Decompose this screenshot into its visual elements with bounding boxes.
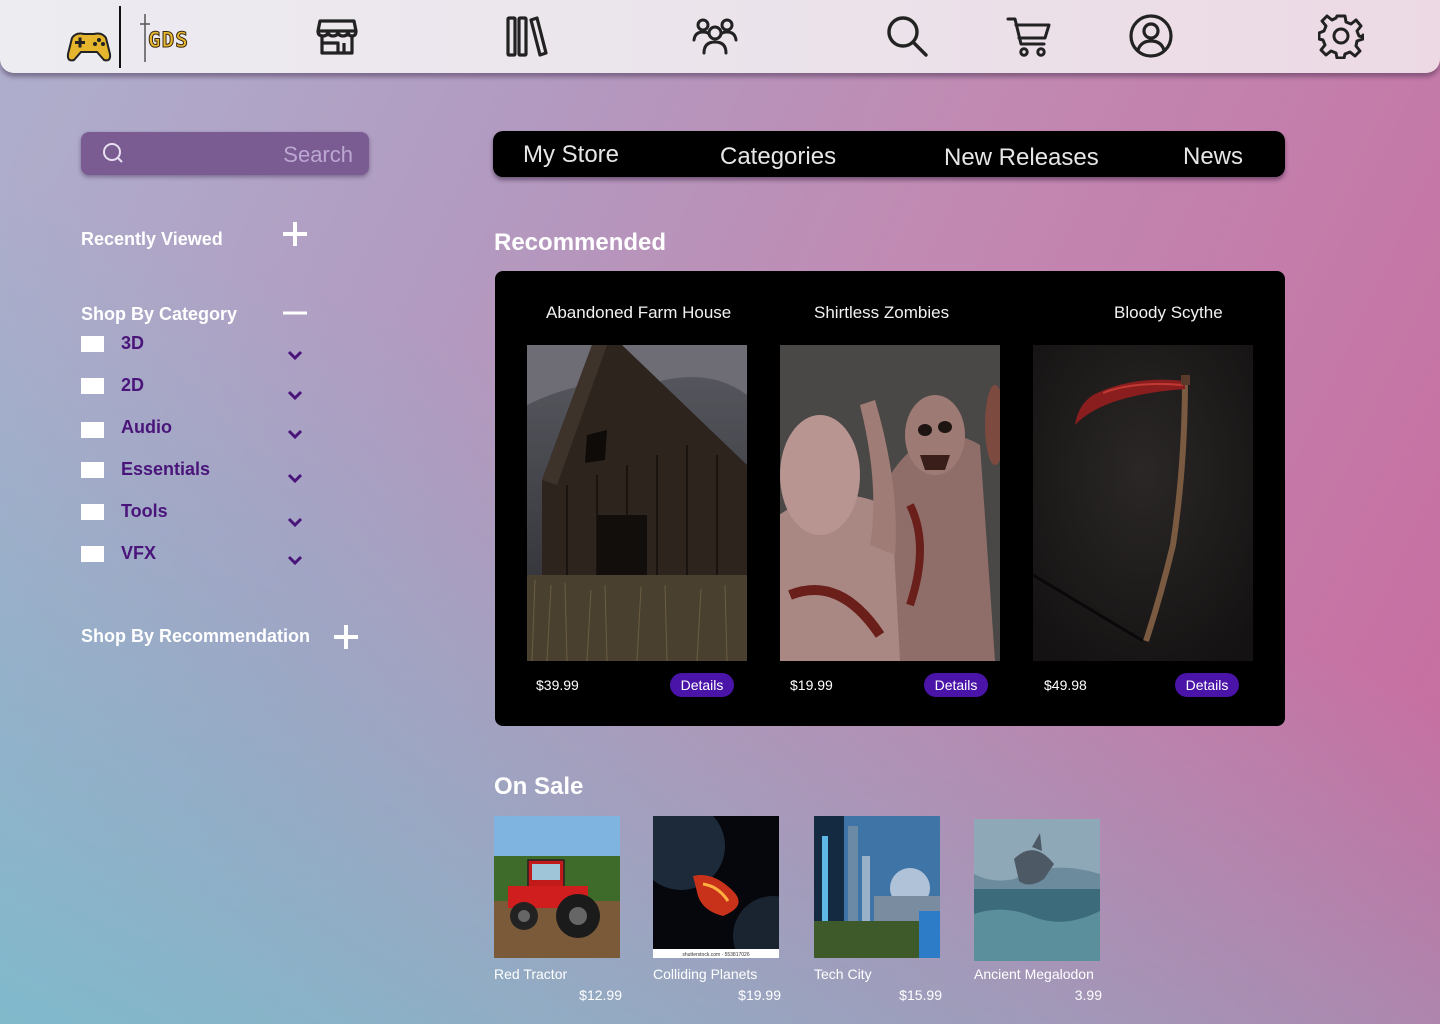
library-icon[interactable]	[504, 13, 550, 59]
cart-icon[interactable]	[1006, 13, 1052, 59]
sale-item-price: $19.99	[738, 987, 781, 1003]
expand-plus-icon[interactable]	[332, 623, 360, 651]
details-button[interactable]: Details	[670, 673, 734, 697]
chevron-down-icon[interactable]	[286, 348, 304, 362]
chevron-down-icon[interactable]	[286, 553, 304, 567]
sale-item-colliding-planets[interactable]: shutterstock.com · 553817026 Colliding P…	[653, 816, 781, 1003]
recommended-heading: Recommended	[494, 229, 667, 256]
brand-logo-text: GDS	[148, 28, 189, 53]
search-input[interactable]	[141, 137, 355, 172]
details-button[interactable]: Details	[1175, 673, 1239, 697]
product-image-planets[interactable]: shutterstock.com · 553817026	[653, 816, 779, 958]
logo-divider	[119, 6, 121, 68]
chevron-down-icon[interactable]	[286, 427, 304, 441]
product-image-tech-city[interactable]	[814, 816, 940, 958]
tab-categories[interactable]: Categories	[720, 143, 836, 171]
shop-by-category-heading: Shop By Category	[81, 304, 238, 324]
sale-item-red-tractor[interactable]: Red Tractor $12.99	[494, 816, 622, 1003]
category-label: VFX	[121, 543, 157, 563]
chevron-down-icon[interactable]	[286, 515, 304, 529]
recommended-panel: Abandoned Farm House $39.99 Details Shir…	[495, 271, 1285, 726]
shop-by-recommendation-heading: Shop By Recommendation	[81, 626, 311, 646]
product-image-megalodon[interactable]	[974, 819, 1100, 961]
product-price: $39.99	[536, 677, 579, 693]
store-icon[interactable]	[314, 13, 360, 59]
brand-logo[interactable]: GDS	[66, 6, 226, 68]
sale-item-ancient-megalodon[interactable]: Ancient Megalodon 3.99	[974, 819, 1102, 1003]
product-title[interactable]: Abandoned Farm House	[546, 303, 731, 323]
category-label: Essentials	[121, 459, 211, 479]
category-checkbox[interactable]	[81, 336, 104, 352]
category-label: 2D	[121, 375, 145, 395]
product-price: $49.98	[1044, 677, 1087, 693]
category-label: Audio	[121, 417, 172, 437]
tab-new-releases[interactable]: New Releases	[944, 144, 1099, 172]
category-checkbox[interactable]	[81, 546, 104, 562]
store-tab-bar: My Store Categories New Releases News	[493, 131, 1285, 177]
on-sale-heading: On Sale	[494, 773, 584, 800]
sale-item-price: 3.99	[1074, 987, 1102, 1003]
category-audio[interactable]: Audio	[81, 417, 321, 446]
tab-news[interactable]: News	[1183, 143, 1243, 171]
collapse-minus-icon[interactable]	[281, 300, 309, 328]
expand-plus-icon[interactable]	[281, 220, 309, 248]
chevron-down-icon[interactable]	[286, 471, 304, 485]
category-checkbox[interactable]	[81, 378, 104, 394]
details-button[interactable]: Details	[924, 673, 988, 697]
product-price: $19.99	[790, 677, 833, 693]
chevron-down-icon[interactable]	[286, 388, 304, 402]
category-3d[interactable]: 3D	[81, 333, 321, 362]
sale-item-name: Colliding Planets	[653, 966, 758, 982]
search-icon[interactable]	[884, 13, 930, 59]
category-essentials[interactable]: Essentials	[81, 459, 321, 488]
sale-item-name: Red Tractor	[494, 966, 568, 982]
category-label: 3D	[121, 333, 145, 353]
stock-watermark: shutterstock.com · 553817026	[682, 952, 749, 958]
recently-viewed-heading: Recently Viewed	[81, 229, 223, 249]
sale-item-name: Tech City	[814, 966, 872, 982]
settings-icon[interactable]	[1318, 13, 1364, 59]
category-checkbox[interactable]	[81, 462, 104, 478]
search-icon	[103, 143, 123, 163]
category-2d[interactable]: 2D	[81, 375, 321, 404]
category-checkbox[interactable]	[81, 504, 104, 520]
product-image-scythe[interactable]	[1033, 345, 1253, 661]
gamepad-logo-icon	[66, 32, 112, 62]
product-image-farm-house[interactable]	[527, 345, 747, 661]
sale-item-price: $12.99	[579, 987, 622, 1003]
product-image-zombies[interactable]	[780, 345, 1000, 661]
sale-item-name: Ancient Megalodon	[974, 966, 1094, 982]
category-checkbox[interactable]	[81, 422, 104, 438]
community-icon[interactable]	[692, 13, 738, 59]
product-image-tractor[interactable]	[494, 816, 620, 958]
category-tools[interactable]: Tools	[81, 501, 321, 530]
tab-my-store[interactable]: My Store	[523, 141, 619, 169]
account-icon[interactable]	[1128, 13, 1174, 59]
product-title[interactable]: Shirtless Zombies	[814, 303, 949, 323]
product-title[interactable]: Bloody Scythe	[1114, 303, 1223, 323]
sale-item-tech-city[interactable]: Tech City $15.99	[814, 816, 942, 1003]
top-nav-bar: GDS	[0, 0, 1440, 73]
sale-item-price: $15.99	[899, 987, 942, 1003]
sidebar-search[interactable]	[81, 132, 369, 175]
category-label: Tools	[121, 501, 168, 521]
category-vfx[interactable]: VFX	[81, 543, 321, 572]
